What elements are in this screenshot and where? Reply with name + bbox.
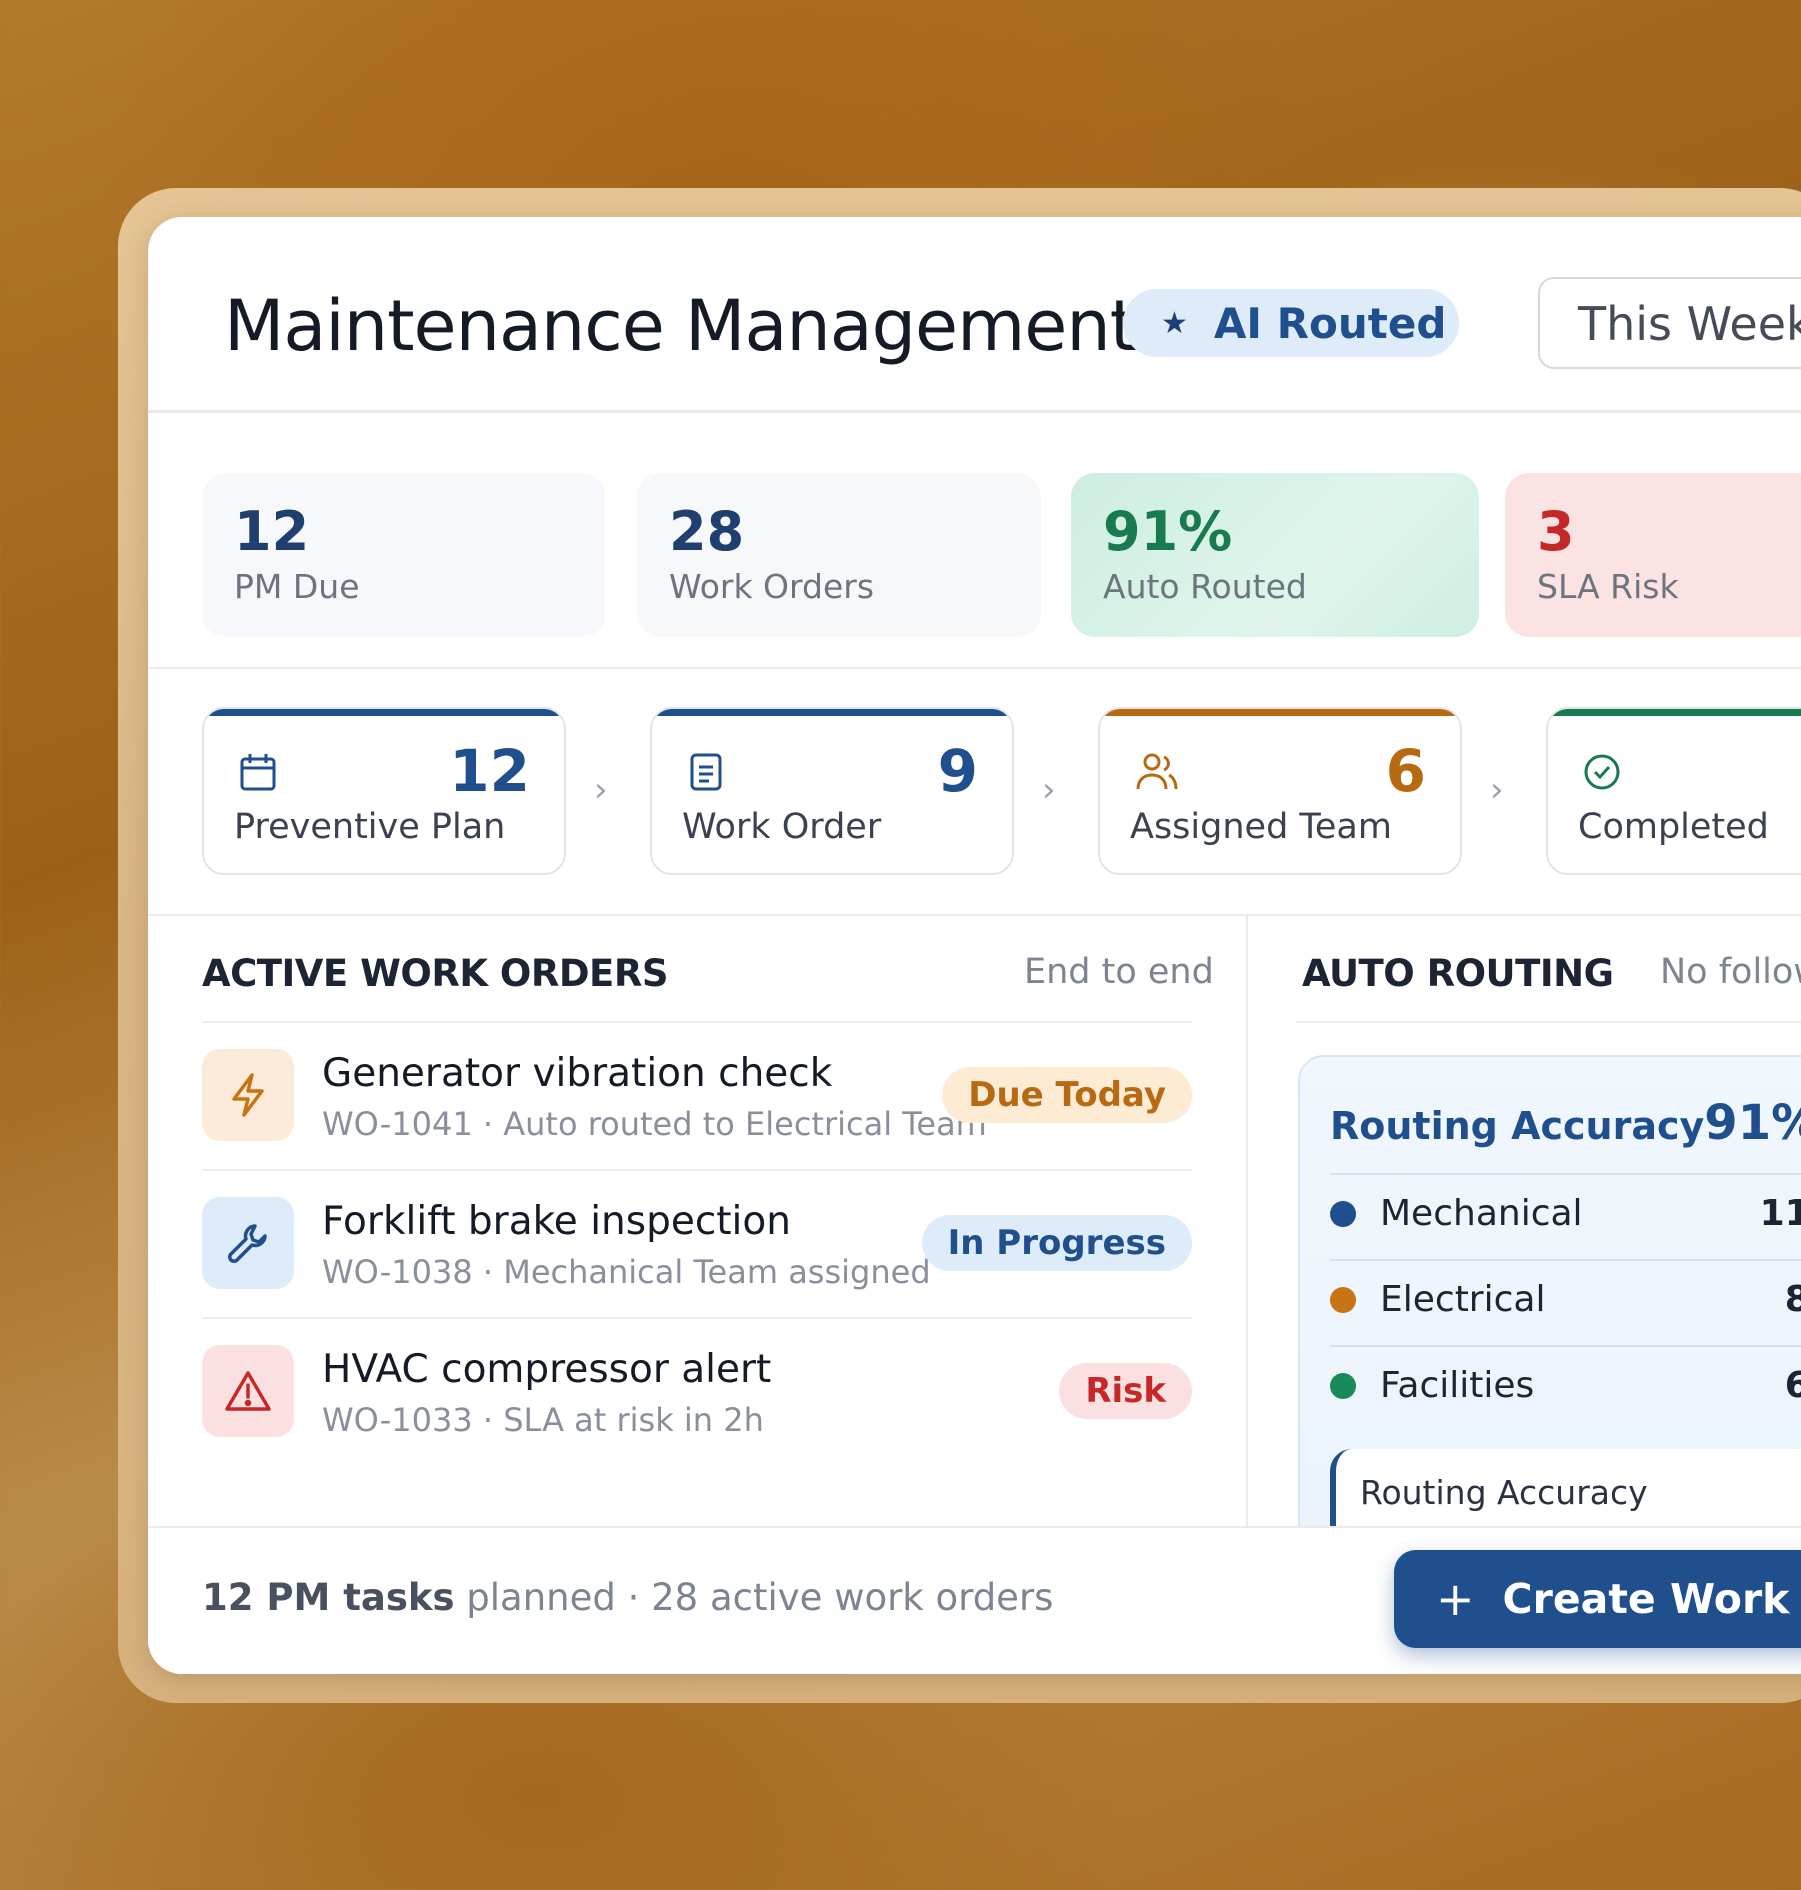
team-row-facilities: Facilities 6 W (1330, 1347, 1801, 1431)
chevron-right-icon: › (1042, 770, 1056, 810)
work-order-meta: WO-1041 · Auto routed to Electrical Team (322, 1105, 987, 1143)
team-row-mechanical: Mechanical 11 W (1330, 1175, 1801, 1259)
document-icon (690, 753, 722, 791)
footer-summary-rest: planned · 28 active work orders (454, 1576, 1054, 1619)
kpi-label: Work Orders (669, 567, 875, 606)
routing-accuracy-value: 91% (1704, 1095, 1801, 1151)
divider (1296, 1021, 1801, 1023)
chevron-right-icon: › (1490, 770, 1504, 810)
routing-accuracy-card: Routing Accuracy91% Mechanical 11 W Elec… (1298, 1055, 1801, 1589)
kpi-label: SLA Risk (1537, 567, 1679, 606)
team-value: 6 W (1784, 1365, 1801, 1406)
status-badge: In Progress (921, 1215, 1192, 1271)
create-work-order-label: Create Work Or (1502, 1575, 1801, 1623)
work-order-meta: WO-1033 · SLA at risk in 2h (322, 1401, 764, 1439)
wrench-icon (202, 1197, 294, 1289)
divider (148, 914, 1801, 916)
work-order-title: HVAC compressor alert (322, 1347, 772, 1392)
work-order-row[interactable]: Generator vibration check WO-1041 · Auto… (202, 1023, 1192, 1171)
check-circle-icon (1584, 754, 1620, 790)
kpi-pm-due: 12 PM Due (202, 473, 606, 637)
dashboard-panel: Maintenance Management ★ AI Routed This … (148, 217, 1801, 1674)
auto-routing-note: No follow (1660, 952, 1801, 992)
page-title: Maintenance Management (224, 285, 1137, 367)
work-order-meta: WO-1038 · Mechanical Team assigned (322, 1253, 931, 1291)
work-order-row[interactable]: Forklift brake inspection WO-1038 · Mech… (202, 1171, 1192, 1319)
team-name: Electrical (1380, 1279, 1546, 1320)
routing-accuracy-label: Routing Accuracy (1330, 1104, 1705, 1148)
team-value: 11 W (1759, 1193, 1801, 1234)
users-icon (1136, 753, 1178, 790)
warning-icon (202, 1345, 294, 1437)
routing-accuracy-heading: Routing Accuracy91% (1330, 1095, 1801, 1151)
footer: 12 PM tasks planned · 28 active work ord… (148, 1526, 1801, 1674)
kpi-value: 28 (669, 500, 745, 563)
stage-count: 9 (937, 737, 978, 805)
kpi-work-orders: 28 Work Orders (637, 473, 1041, 637)
team-row-electrical: Electrical 8 W (1330, 1261, 1801, 1345)
footer-summary: 12 PM tasks planned · 28 active work ord… (202, 1576, 1053, 1619)
work-order-row[interactable]: HVAC compressor alert WO-1033 · SLA at r… (202, 1319, 1192, 1467)
kpi-value: 12 (234, 500, 310, 563)
stage-accent-bar (204, 709, 564, 716)
stage-name: Completed (1578, 807, 1769, 847)
ai-routed-label: AI Routed (1213, 298, 1447, 348)
stage-count: 12 (449, 737, 530, 805)
kpi-auto-routed: 91% Auto Routed (1071, 473, 1479, 637)
active-orders-title: ACTIVE WORK ORDERS (202, 952, 668, 995)
period-select[interactable]: This Week (1538, 277, 1801, 369)
lightning-icon (202, 1049, 294, 1141)
team-name: Facilities (1380, 1365, 1535, 1406)
plus-icon: + (1436, 1572, 1475, 1626)
work-order-title: Generator vibration check (322, 1051, 833, 1096)
calendar-icon (240, 754, 276, 791)
team-value: 8 W (1784, 1279, 1801, 1320)
stage-work-order[interactable]: 9 Work Order (650, 707, 1014, 875)
stage-name: Assigned Team (1130, 807, 1392, 847)
status-badge: Risk (1059, 1363, 1192, 1419)
work-order-title: Forklift brake inspection (322, 1199, 791, 1244)
stage-count: 6 (1385, 737, 1426, 805)
footer-summary-bold: 12 PM tasks (202, 1576, 455, 1619)
star-icon: ★ (1161, 305, 1188, 341)
auto-routing-title: AUTO ROUTING (1302, 952, 1614, 995)
kpi-label: PM Due (234, 567, 360, 606)
kpi-label: Auto Routed (1103, 567, 1307, 606)
stage-accent-bar (652, 709, 1012, 716)
legend-dot (1330, 1287, 1356, 1313)
status-badge: Due Today (942, 1067, 1192, 1123)
divider (148, 667, 1801, 669)
legend-dot (1330, 1201, 1356, 1227)
stage-assigned-team[interactable]: 6 Assigned Team (1098, 707, 1462, 875)
team-name: Mechanical (1380, 1193, 1583, 1234)
stage-name: Work Order (682, 807, 882, 847)
stage-name: Preventive Plan (234, 807, 506, 847)
stage-accent-bar (1100, 709, 1460, 716)
kpi-value: 3 (1537, 500, 1575, 563)
create-work-order-button[interactable]: + Create Work Or (1394, 1550, 1801, 1648)
subcard-label: Routing Accuracy (1360, 1473, 1648, 1512)
legend-dot (1330, 1373, 1356, 1399)
stage-completed[interactable]: Completed (1546, 707, 1801, 875)
column-divider (1246, 916, 1248, 1526)
ai-routed-badge: ★ AI Routed (1123, 289, 1459, 357)
kpi-value: 91% (1103, 500, 1233, 563)
active-orders-note: End to end (1024, 952, 1214, 992)
kpi-sla-risk: 3 SLA Risk (1505, 473, 1801, 637)
stage-preventive-plan[interactable]: 12 Preventive Plan (202, 707, 566, 875)
stage-accent-bar (1548, 709, 1801, 716)
header: Maintenance Management ★ AI Routed This … (148, 217, 1801, 413)
chevron-right-icon: › (594, 770, 608, 810)
